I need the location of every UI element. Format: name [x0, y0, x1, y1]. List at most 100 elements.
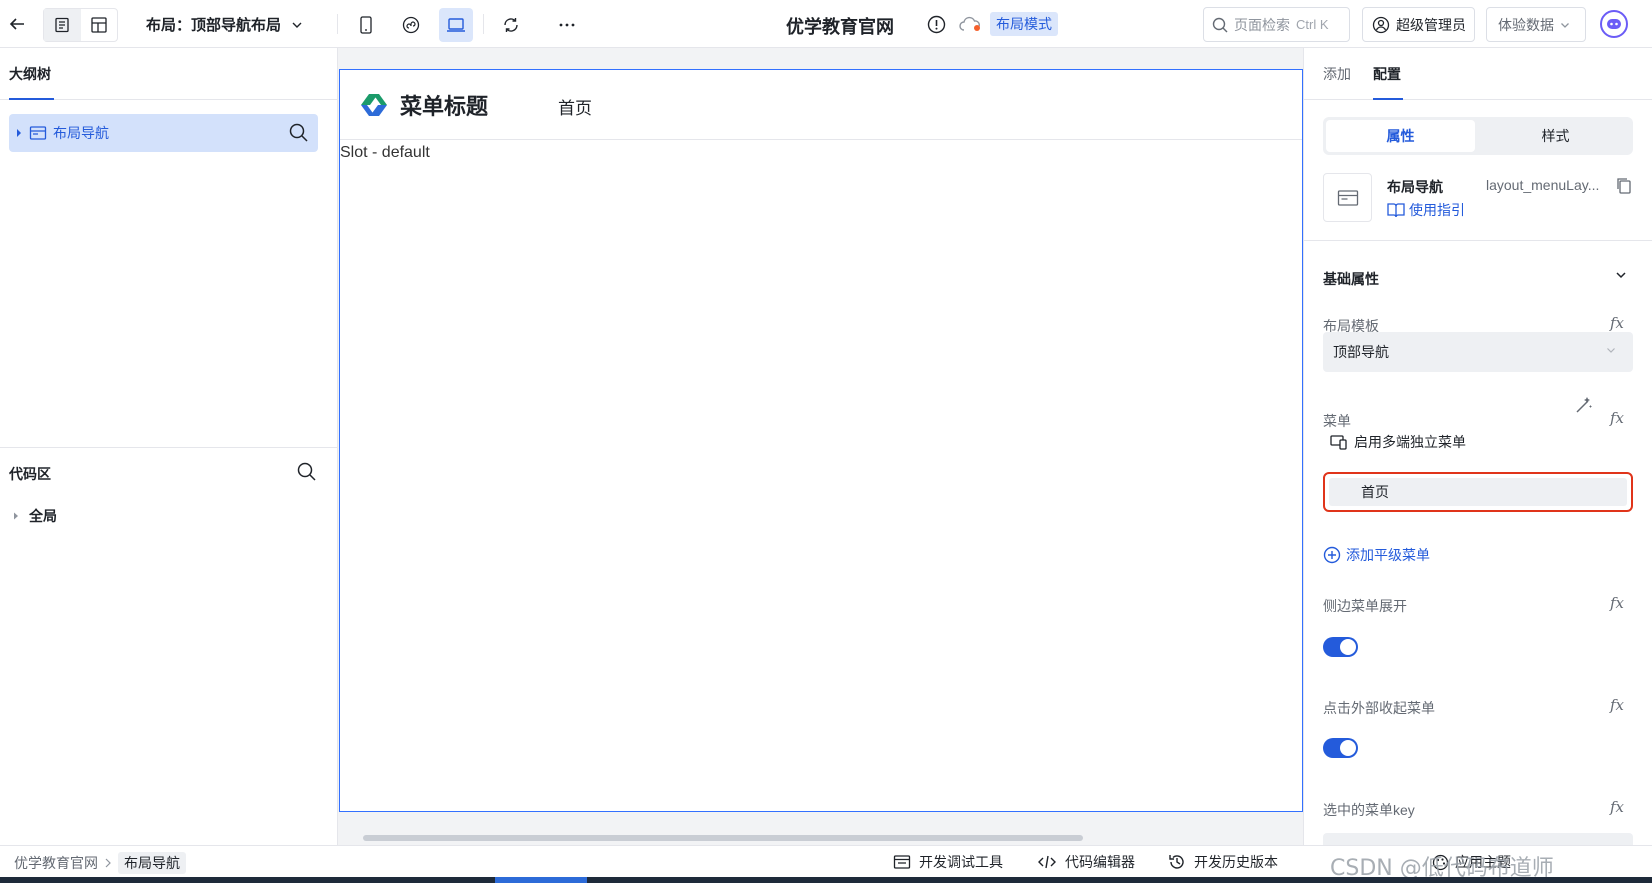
mini-program-icon — [402, 16, 420, 34]
multi-device-menu-option[interactable]: 启用多端独立菜单 — [1330, 432, 1466, 452]
magic-wand-icon[interactable] — [1574, 395, 1594, 415]
user-menu-button[interactable]: 超级管理员 — [1362, 7, 1475, 42]
page-search-input[interactable]: 页面检索 Ctrl K — [1203, 7, 1350, 42]
active-tab-indicator — [9, 98, 54, 100]
click-outside-collapse-toggle[interactable] — [1323, 738, 1358, 758]
cloud-sync-icon[interactable] — [958, 15, 982, 33]
side-menu-expand-label: 侧边菜单展开 — [1323, 598, 1407, 614]
copy-icon[interactable] — [1616, 177, 1632, 195]
preview-top-nav[interactable]: 菜单标题 首页 — [340, 70, 1302, 140]
refresh-icon — [504, 18, 518, 32]
tab-add[interactable]: 添加 — [1323, 64, 1351, 84]
preview-nav-home[interactable]: 首页 — [558, 94, 592, 119]
info-warning-icon[interactable] — [927, 15, 946, 34]
user-icon — [1372, 16, 1390, 33]
caret-right-icon[interactable] — [15, 128, 23, 138]
segment-props[interactable]: 属性 — [1326, 120, 1475, 152]
plus-circle-icon — [1323, 546, 1341, 564]
search-shortcut: Ctrl K — [1296, 17, 1329, 32]
breadcrumb: 优学教育官网 布局导航 — [14, 852, 186, 874]
mini-program-button[interactable] — [394, 8, 428, 42]
search-icon — [1212, 17, 1228, 32]
toolbar-divider — [483, 14, 484, 34]
caret-right-icon[interactable] — [13, 512, 19, 520]
chevron-down-icon — [292, 22, 302, 28]
menu-item-home-label: 首页 — [1361, 484, 1389, 500]
tree-item-label: 布局导航 — [53, 125, 109, 141]
search-placeholder: 页面检索 — [1234, 16, 1290, 33]
fx-icon[interactable]: fx — [1610, 798, 1624, 816]
fx-icon[interactable]: fx — [1610, 594, 1624, 612]
code-area-section: 代码区 全局 — [0, 447, 338, 524]
brand-logo-icon — [359, 92, 389, 118]
fx-icon[interactable]: fx — [1610, 409, 1624, 427]
fx-icon[interactable]: fx — [1610, 696, 1624, 714]
history-versions-button[interactable]: 开发历史版本 — [1168, 852, 1278, 872]
layout-component-icon — [1323, 173, 1372, 222]
design-canvas-area: 菜单标题 首页 Slot - default — [338, 48, 1303, 845]
taskbar-active-app[interactable] — [495, 877, 587, 883]
tree-item-layout-nav[interactable]: 布局导航 — [9, 114, 318, 152]
menu-item-home[interactable]: 首页 — [1323, 472, 1633, 512]
component-name: 布局导航 — [1387, 179, 1443, 195]
add-sibling-menu-button[interactable]: 添加平级菜单 — [1323, 545, 1430, 565]
basic-props-title[interactable]: 基础属性 — [1323, 269, 1379, 289]
site-title: 优学教育官网 — [786, 17, 894, 37]
mobile-preview-button[interactable] — [349, 8, 383, 42]
code-search-icon[interactable] — [297, 462, 316, 481]
breadcrumb-current[interactable]: 布局导航 — [118, 852, 186, 874]
page-view-button[interactable] — [44, 9, 81, 41]
click-outside-collapse-label: 点击外部收起菜单 — [1323, 700, 1435, 716]
history-versions-label: 开发历史版本 — [1194, 854, 1278, 870]
component-info-card: 布局导航 layout_menuLay... 使用指引 — [1323, 173, 1633, 229]
right-panel-tabs: 添加 配置 — [1304, 48, 1652, 100]
code-tree-item-global[interactable]: 全局 — [13, 506, 57, 526]
data-source-dropdown[interactable]: 体验数据 — [1486, 7, 1586, 42]
layout-template-select[interactable]: 顶部导航 — [1323, 332, 1633, 372]
tree-search-icon[interactable] — [289, 123, 308, 142]
multi-device-menu-label: 启用多端独立菜单 — [1354, 434, 1466, 450]
assistant-avatar-icon[interactable] — [1600, 10, 1628, 38]
chevron-down-icon[interactable] — [1614, 268, 1628, 282]
preview-frame[interactable]: 菜单标题 首页 Slot - default — [339, 69, 1303, 812]
dev-tools-button[interactable]: 开发调试工具 — [893, 852, 1003, 872]
side-menu-expand-toggle[interactable] — [1323, 637, 1358, 657]
layout-selector-label: 布局：顶部导航布局 — [146, 17, 282, 34]
fx-icon[interactable]: fx — [1610, 314, 1624, 332]
history-icon — [1169, 855, 1184, 869]
dev-tools-label: 开发调试工具 — [919, 854, 1003, 870]
tab-outline-tree[interactable]: 大纲树 — [9, 64, 51, 84]
horizontal-scrollbar[interactable] — [363, 835, 1083, 841]
props-style-segment: 属性 样式 — [1323, 117, 1633, 155]
mobile-icon — [360, 16, 372, 34]
refresh-button[interactable] — [494, 8, 528, 42]
back-arrow-icon[interactable] — [6, 12, 28, 36]
preview-menu-title: 菜单标题 — [400, 94, 489, 119]
code-area-title: 代码区 — [9, 466, 51, 482]
tab-config[interactable]: 配置 — [1373, 64, 1401, 84]
view-switch-group — [43, 8, 118, 42]
breadcrumb-root[interactable]: 优学教育官网 — [14, 853, 98, 873]
console-icon — [893, 855, 911, 869]
devices-icon — [1330, 435, 1347, 450]
data-source-label: 体验数据 — [1498, 16, 1554, 33]
more-button[interactable] — [550, 8, 584, 42]
chevron-down-icon — [1561, 22, 1569, 28]
book-icon — [1387, 203, 1405, 218]
chevron-down-icon — [1607, 348, 1615, 353]
outline-tab-header: 大纲树 — [0, 48, 337, 100]
desktop-preview-button[interactable] — [439, 8, 473, 42]
code-global-label: 全局 — [29, 508, 57, 524]
selected-menu-key-label: 选中的菜单key — [1323, 802, 1415, 818]
layout-selector[interactable]: 布局：顶部导航布局 — [146, 14, 303, 35]
laptop-icon — [447, 18, 465, 32]
section-divider — [1304, 240, 1652, 241]
layout-component-icon — [29, 126, 47, 140]
layout-view-button[interactable] — [81, 9, 118, 41]
usage-guide-link[interactable]: 使用指引 — [1387, 200, 1465, 220]
code-editor-button[interactable]: 代码编辑器 — [1037, 852, 1135, 872]
selected-menu-key-input[interactable] — [1323, 833, 1633, 845]
slot-default[interactable]: Slot - default — [340, 144, 430, 162]
segment-style[interactable]: 样式 — [1481, 120, 1630, 152]
component-id: layout_menuLay... — [1486, 177, 1600, 193]
